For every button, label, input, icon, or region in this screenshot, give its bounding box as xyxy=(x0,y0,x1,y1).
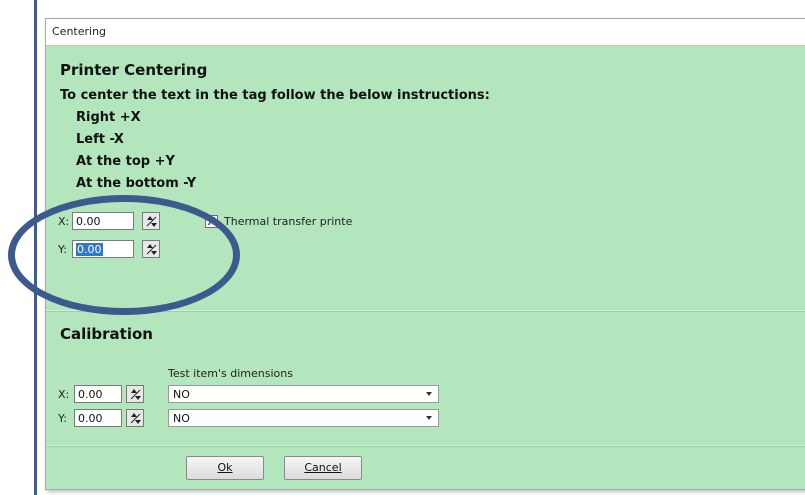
instruction-top: At the top +Y xyxy=(76,154,175,169)
test-item-dimensions-label: Test item's dimensions xyxy=(168,367,293,380)
calibration-y-value: 0.00 xyxy=(78,412,103,425)
calibration-x-value: 0.00 xyxy=(78,388,103,401)
calibration-x-label: X: xyxy=(58,388,70,401)
cancel-button[interactable]: Cancel xyxy=(284,456,362,480)
spinner-arrows-icon xyxy=(130,413,141,424)
spinner-arrows-icon xyxy=(130,389,141,400)
calibration-y-label: Y: xyxy=(58,412,67,425)
calibration-dropdown-2[interactable]: NO xyxy=(168,409,439,427)
calibration-dropdown-1-value: NO xyxy=(173,388,190,401)
window-title: Centering xyxy=(52,25,107,38)
calibration-y-field[interactable]: 0.00 xyxy=(74,409,122,427)
calibration-dropdown-2-value: NO xyxy=(173,412,190,425)
instruction-right: Right +X xyxy=(76,110,141,125)
titlebar: Centering xyxy=(46,19,805,46)
thermal-transfer-label: Thermal transfer printe xyxy=(224,215,353,228)
ok-button-label: Ok xyxy=(217,461,233,474)
calibration-x-field[interactable]: 0.00 xyxy=(74,385,122,403)
cancel-button-label: Cancel xyxy=(304,461,342,474)
chevron-down-icon xyxy=(426,392,432,396)
instructions-text: To center the text in the tag follow the… xyxy=(60,88,490,103)
buttons-divider xyxy=(46,445,805,447)
ok-button[interactable]: Ok xyxy=(186,456,264,480)
calibration-heading: Calibration xyxy=(60,325,153,343)
calibration-y-spinner[interactable] xyxy=(126,409,144,427)
chevron-down-icon xyxy=(426,416,432,420)
instruction-bottom: At the bottom -Y xyxy=(76,176,197,191)
calibration-dropdown-1[interactable]: NO xyxy=(168,385,439,403)
calibration-x-spinner[interactable] xyxy=(126,385,144,403)
annotation-circle xyxy=(8,195,240,315)
instruction-left: Left -X xyxy=(76,132,124,147)
printer-centering-heading: Printer Centering xyxy=(60,61,208,79)
